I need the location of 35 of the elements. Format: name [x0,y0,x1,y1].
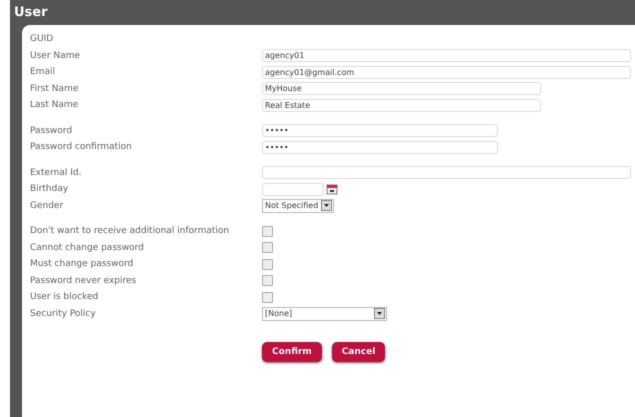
field-label: Password never expires [30,276,138,286]
field-label: First Name [30,84,80,94]
field-label: Must change password [30,259,134,270]
checkbox[interactable] [262,275,273,286]
password-field[interactable]: ••••• [262,124,498,138]
text-field[interactable] [262,166,631,180]
field-label: Birthday [30,184,70,194]
checkbox[interactable] [262,258,273,270]
field-label: Cannot change password [30,242,145,253]
field-label: User Name [30,50,81,61]
field-label: Email [30,67,56,78]
date-field[interactable] [262,182,324,196]
field-label: Password [30,126,74,136]
calendar-icon[interactable] [326,183,338,196]
window-title: User [13,4,49,22]
field-label: Password confirmation [30,142,133,152]
text-field[interactable]: MyHouse [262,82,541,96]
text-field[interactable]: agency01 [262,49,631,62]
checkbox[interactable] [262,292,273,303]
field-label: External Id. [30,168,82,178]
action-button[interactable]: Confirm [262,342,322,362]
field-label: GUID [30,34,54,44]
text-field[interactable]: Real Estate [262,98,541,112]
field-label: Gender [30,200,64,211]
field-label: User is blocked [30,292,100,302]
field-label: Don't want to receive additional information [30,226,230,236]
checkbox[interactable] [262,242,273,254]
dropdown[interactable]: [None] [262,306,387,321]
field-label: Last Name [30,100,80,110]
checkbox[interactable] [262,226,273,237]
field-label: Security Policy [30,308,97,319]
text-field[interactable]: agency01@gmail.com [262,66,631,79]
password-field[interactable]: ••••• [262,140,498,154]
dropdown[interactable]: Not Specified [262,198,334,213]
action-button[interactable]: Cancel [332,342,386,362]
